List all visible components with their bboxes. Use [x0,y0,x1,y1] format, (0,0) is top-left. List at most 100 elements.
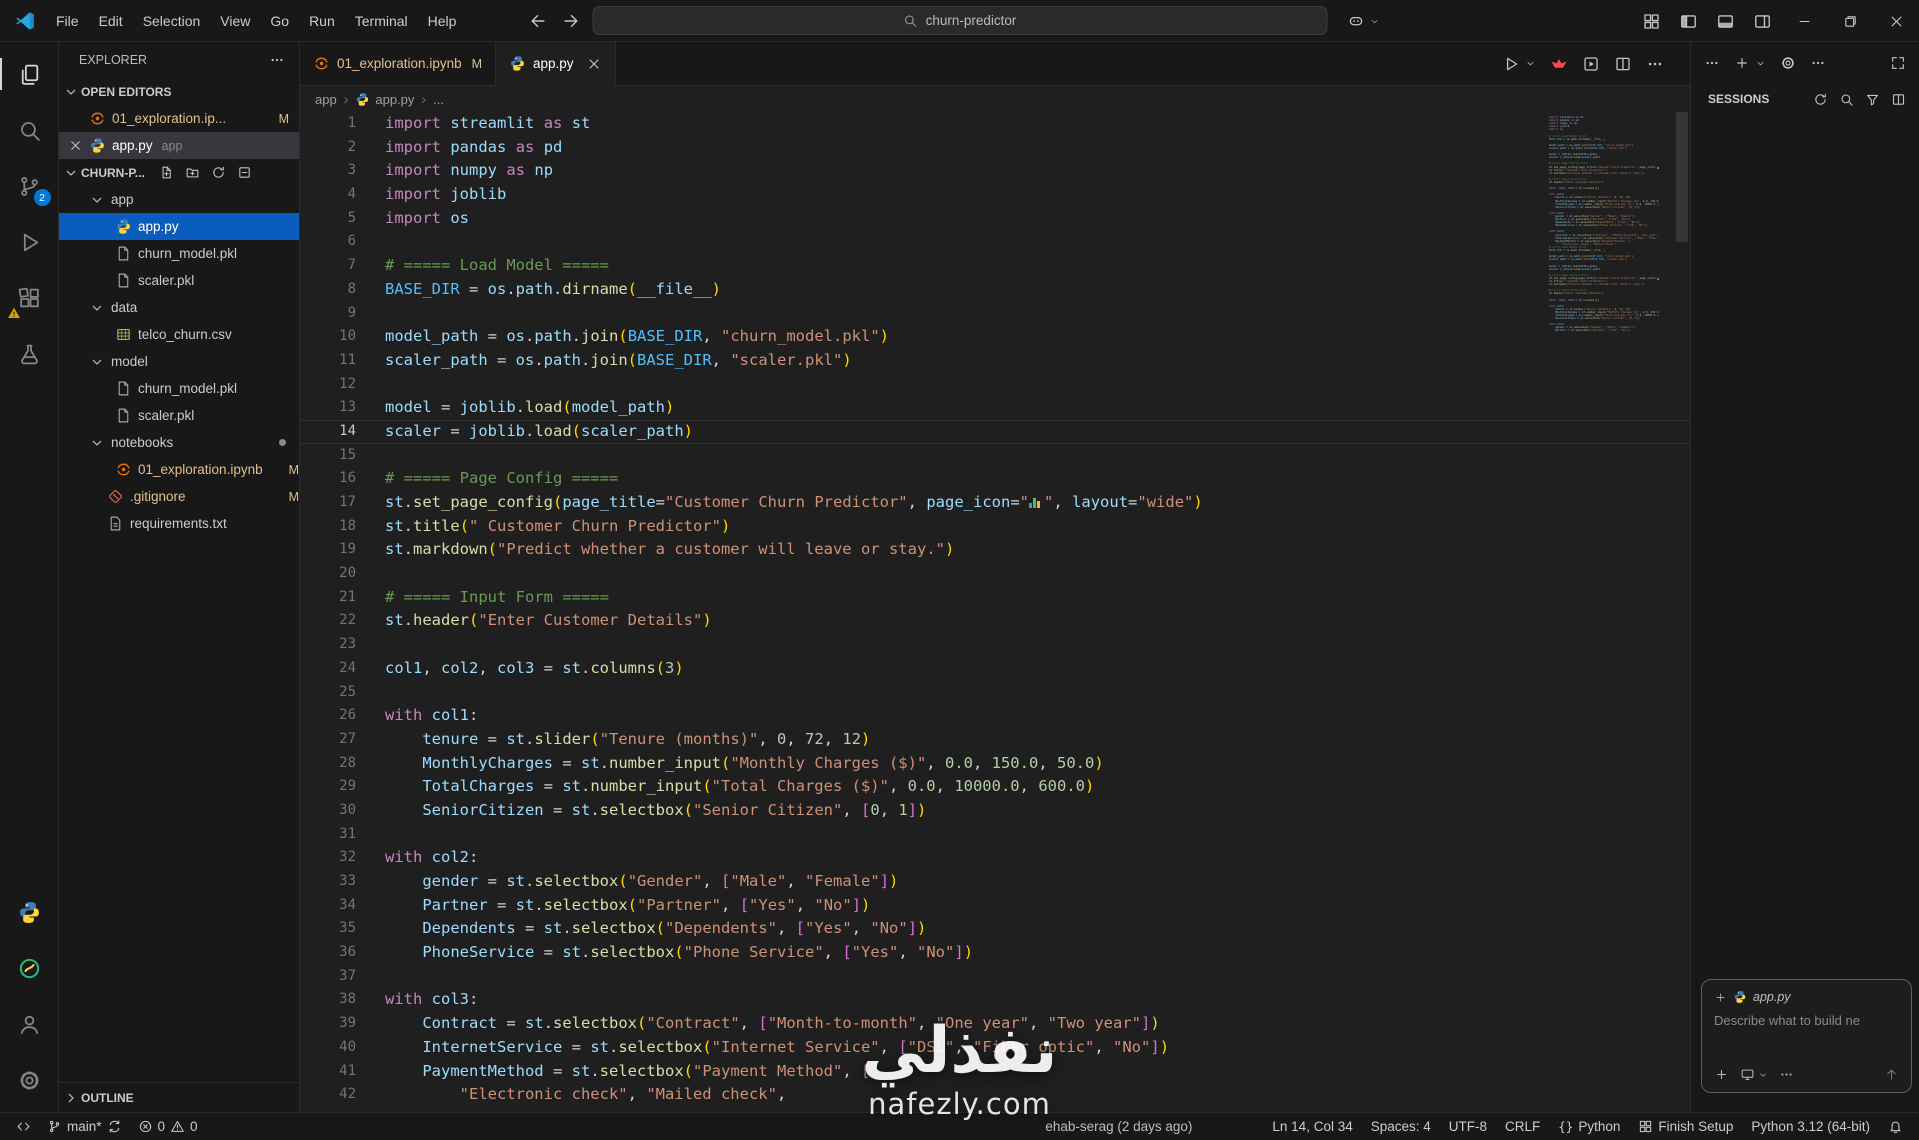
back-button[interactable] [528,11,548,31]
encoding[interactable]: UTF-8 [1443,1119,1493,1134]
tree-item-model[interactable]: model [59,348,299,375]
tree-item-scaler.pkl[interactable]: scaler.pkl [59,402,299,429]
finish-setup-button[interactable]: Finish Setup [1632,1119,1739,1134]
tree-item-churn_model.pkl[interactable]: churn_model.pkl [59,375,299,402]
code-editor[interactable]: 1 import streamlit as st 2 import pandas as… [300,112,1690,1112]
filter-icon[interactable] [1865,92,1880,107]
tab-app.py[interactable]: app.py [496,42,616,85]
split-view-icon[interactable] [1891,92,1906,107]
breadcrumb-item[interactable]: app.py [355,92,414,107]
cursor-position[interactable]: Ln 14, Col 34 [1266,1119,1358,1134]
branch-status[interactable]: main* [41,1113,128,1140]
tree-item-churn_model.pkl[interactable]: churn_model.pkl [59,240,299,267]
chevron-down-icon[interactable] [1758,1070,1768,1080]
tree-item-data[interactable]: data [59,294,299,321]
send-icon[interactable] [1884,1067,1899,1082]
code-line-41[interactable]: 41 PaymentMethod = st.selectbox("Payment… [300,1060,1690,1084]
tree-item-app.py[interactable]: app.py [59,213,299,240]
close-window-button[interactable] [1873,0,1919,42]
breadcrumb-item[interactable]: app [315,92,337,107]
toggle-secondary-sidebar-button[interactable] [1753,12,1772,31]
code-line-19[interactable]: 19 st.markdown("Predict whether a custome… [300,538,1690,562]
code-line-17[interactable]: 17 st.set_page_config(page_title="Custome… [300,491,1690,515]
code-line-37[interactable]: 37 [300,965,1690,989]
code-line-12[interactable]: 12 [300,373,1690,397]
run-debug-activity-button[interactable] [0,214,59,270]
code-line-6[interactable]: 6 [300,230,1690,254]
breadcrumb-item[interactable]: ... [433,92,444,107]
code-line-9[interactable]: 9 [300,302,1690,326]
code-line-13[interactable]: 13 model = joblib.load(model_path) [300,396,1690,420]
tree-item-scaler.pkl[interactable]: scaler.pkl [59,267,299,294]
indentation[interactable]: Spaces: 4 [1365,1119,1437,1134]
run-in-terminal-icon[interactable] [1582,55,1600,73]
code-line-14[interactable]: 14 scaler = joblib.load(scaler_path) [300,420,1690,444]
customize-layout-button[interactable] [1642,12,1661,31]
toggle-sidebar-button[interactable] [1679,12,1698,31]
split-editor-icon[interactable] [1614,55,1632,73]
add-icon[interactable] [1714,1067,1729,1082]
code-line-22[interactable]: 22 st.header("Enter Customer Details") [300,609,1690,633]
problems-status[interactable]: 0 0 [132,1113,204,1140]
code-line-24[interactable]: 24 col1, col2, col3 = st.columns(3) [300,657,1690,681]
open-editors-header[interactable]: OPEN EDITORS [59,78,299,105]
refresh-icon[interactable] [1813,92,1828,107]
tree-item-notebooks[interactable]: notebooks [59,429,299,456]
chat-input-widget[interactable]: app.py Describe what to build ne [1701,979,1912,1093]
notifications-bell[interactable] [1882,1119,1909,1134]
forward-button[interactable] [561,11,581,31]
menu-go[interactable]: Go [260,13,299,29]
menu-terminal[interactable]: Terminal [345,13,418,29]
tree-item-telco_churn.csv[interactable]: telco_churn.csv [59,321,299,348]
accounts-button[interactable] [0,996,59,1052]
code-line-8[interactable]: 8 BASE_DIR = os.path.dirname(__file__) [300,278,1690,302]
code-line-3[interactable]: 3 import numpy as np [300,159,1690,183]
language-mode[interactable]: {} Python [1552,1119,1626,1134]
code-line-34[interactable]: 34 Partner = st.selectbox("Partner", ["Y… [300,894,1690,918]
tab-01_exploration.ipynb[interactable]: 01_exploration.ipynb M [300,42,497,85]
python-interpreter[interactable]: Python 3.12 (64-bit) [1745,1119,1876,1134]
more-actions-icon[interactable] [1646,55,1664,73]
breadcrumb[interactable]: app › app.py ›... [300,86,1690,112]
minimize-button[interactable] [1781,0,1827,42]
code-line-7[interactable]: 7 # ===== Load Model ===== [300,254,1690,278]
testing-activity-button[interactable] [0,326,59,382]
code-line-25[interactable]: 25 [300,681,1690,705]
code-line-29[interactable]: 29 TotalCharges = st.number_input("Total… [300,775,1690,799]
code-line-20[interactable]: 20 [300,562,1690,586]
explorer-activity-button[interactable] [0,46,59,102]
collapse-folders-icon[interactable] [237,165,252,180]
restore-button[interactable] [1827,0,1873,42]
code-line-10[interactable]: 10 model_path = os.path.join(BASE_DIR, "c… [300,325,1690,349]
menu-view[interactable]: View [210,13,260,29]
copilot-button[interactable] [1340,8,1387,34]
remote-button[interactable] [10,1113,37,1140]
open-editor-app.py[interactable]: app.py app [59,132,299,159]
code-line-32[interactable]: 32 with col2: [300,846,1690,870]
sessions-settings-icon[interactable] [1780,55,1796,71]
scrollbar[interactable] [1676,112,1688,242]
open-editor-01_exploration.ip...[interactable]: 01_exploration.ip... M [59,105,299,132]
toggle-panel-button[interactable] [1716,12,1735,31]
close-icon[interactable] [68,138,83,153]
search-sessions-icon[interactable] [1839,92,1854,107]
new-file-icon[interactable] [159,165,174,180]
tree-item-requirements.txt[interactable]: requirements.txt [59,510,299,537]
outline-section-header[interactable]: OUTLINE [59,1082,299,1112]
code-line-15[interactable]: 15 [300,444,1690,468]
search-activity-button[interactable] [0,102,59,158]
code-line-38[interactable]: 38 with col3: [300,988,1690,1012]
code-line-33[interactable]: 33 gender = st.selectbox("Gender", ["Mal… [300,870,1690,894]
more-actions-icon[interactable] [1810,55,1826,71]
run-python-file-button[interactable] [1502,55,1520,73]
code-line-21[interactable]: 21 # ===== Input Form ===== [300,586,1690,610]
python-environments-activity-button[interactable] [0,940,59,996]
more-actions-icon[interactable] [1704,55,1720,71]
source-control-activity-button[interactable]: 2 [0,158,59,214]
code-line-18[interactable]: 18 st.title(" Customer Churn Predictor") [300,515,1690,539]
menu-help[interactable]: Help [418,13,467,29]
menu-run[interactable]: Run [299,13,345,29]
tree-item-01_exploration.ipynb[interactable]: 01_exploration.ipynb M [59,456,299,483]
code-line-42[interactable]: 42 "Electronic check", "Mailed check", [300,1083,1690,1107]
code-line-28[interactable]: 28 MonthlyCharges = st.number_input("Mon… [300,752,1690,776]
